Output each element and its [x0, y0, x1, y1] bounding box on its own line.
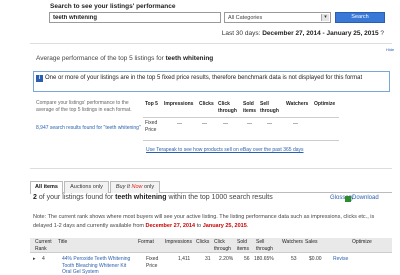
- category-select[interactable]: All Categories ▾: [224, 12, 331, 23]
- listing-count-query: teeth whitening: [115, 194, 167, 201]
- row-format: Fixed Price: [146, 256, 159, 269]
- col-title: Title: [58, 239, 68, 245]
- tab-auctions-only[interactable]: Auctions only: [64, 181, 109, 193]
- col-clicks: Clicks: [199, 101, 214, 107]
- top5-impressions: —: [177, 121, 182, 127]
- tab-all-items[interactable]: All items: [30, 181, 63, 194]
- date-range-prefix: Last 30 days:: [221, 30, 261, 37]
- col-current-rank: Current Rank: [35, 239, 52, 252]
- note-middle: to: [196, 223, 202, 229]
- col-impressions: Impressions: [164, 101, 194, 107]
- col-sell-through: Sell through: [260, 101, 279, 114]
- date-range[interactable]: Last 30 days: December 27, 2014 - Januar…: [222, 30, 384, 37]
- listing-count-text: of your listings found for: [38, 194, 114, 201]
- download-link[interactable]: Download: [352, 195, 379, 201]
- hide-link[interactable]: Hide: [386, 47, 394, 52]
- col-optimize-2: Optimize: [352, 239, 372, 245]
- row-sales: $0.00: [309, 256, 322, 262]
- col-click-through: Click through: [218, 101, 237, 114]
- compare-text: Compare your listings' performance to th…: [36, 100, 132, 113]
- tab-buy-label-now: Now: [131, 184, 143, 190]
- col-format: Format: [138, 239, 154, 245]
- info-icon: i: [36, 75, 43, 82]
- listing-count-num: 2: [33, 194, 37, 201]
- row-sold: 56: [244, 256, 250, 262]
- download-icon[interactable]: [345, 196, 351, 203]
- top5-sold: —: [247, 121, 252, 127]
- col-impressions-2: Impressions: [165, 239, 192, 245]
- avg-title-query: teeth whitening: [165, 55, 214, 62]
- top5-clicks: —: [202, 121, 207, 127]
- chevron-down-icon: ▾: [321, 14, 329, 21]
- row-rank: 4: [42, 256, 45, 262]
- tab-buy-label-pre: Buy It: [115, 184, 132, 190]
- listing-count: 2 of your listings found for teeth white…: [33, 194, 273, 201]
- top5-format: Fixed Price: [145, 120, 158, 133]
- chevron-icon: ?: [380, 30, 384, 37]
- tab-buy-label-post: only: [142, 184, 155, 190]
- divider: [30, 43, 392, 44]
- search-results-link[interactable]: 8,947 search results found for "teeth wh…: [36, 125, 141, 131]
- tab-bar: All items Auctions only Buy It Now only: [30, 181, 392, 194]
- top5-sell-through: —: [267, 121, 272, 127]
- search-input[interactable]: [49, 12, 221, 23]
- col-watchers-2: Watchers: [282, 239, 303, 245]
- col-clicks-2: Clicks: [196, 239, 210, 245]
- col-sold-items-2: Sold items: [237, 239, 249, 252]
- note-to-date: January 25, 2015: [202, 223, 247, 229]
- row-impressions: 1,411: [178, 256, 191, 262]
- row-checkbox[interactable]: ▸: [33, 256, 36, 263]
- col-click-through-2: Click through: [214, 239, 231, 252]
- col-sold-items: Sold items: [243, 101, 257, 114]
- terapeak-link[interactable]: Use Terapeak to see how products sell on…: [146, 147, 304, 153]
- col-watchers: Watchers: [286, 101, 309, 107]
- search-button[interactable]: Search: [335, 12, 385, 23]
- search-label: Search to see your listings' performance: [50, 3, 176, 10]
- row-clicks: 31: [205, 256, 211, 262]
- col-sales: Sales: [305, 239, 318, 245]
- top5-watchers: —: [293, 121, 298, 127]
- divider: [143, 140, 339, 141]
- avg-performance-title: Average performance of the top 5 listing…: [36, 55, 213, 62]
- col-top5: Top 5: [145, 101, 158, 107]
- date-range-value: December 27, 2014 - January 25, 2015: [262, 30, 379, 37]
- revise-link[interactable]: Revise: [333, 256, 348, 263]
- row-sell-through: 180.65%: [254, 256, 274, 262]
- divider: [143, 117, 339, 118]
- col-optimize: Optimize: [314, 101, 336, 107]
- divider: [30, 252, 392, 253]
- results-table-header: [30, 238, 392, 252]
- data-note: Note: The current rank shows where most …: [33, 213, 393, 231]
- row-click-through: 2.20%: [219, 256, 234, 262]
- row-title[interactable]: 44% Peroxide Teeth Whitening Tooth Bleac…: [62, 256, 136, 275]
- note-from-date: December 27, 2014: [145, 223, 196, 229]
- tab-buy-it-now-only[interactable]: Buy It Now only: [110, 181, 160, 193]
- col-sell-through-2: Sell through: [256, 239, 273, 252]
- alert-text: One or more of your listings are in the …: [45, 75, 363, 81]
- divider: [30, 168, 392, 169]
- avg-title-prefix: Average performance of the top 5 listing…: [36, 55, 164, 62]
- listing-count-suffix: within the top 1000 search results: [168, 194, 273, 201]
- note-end: .: [246, 223, 249, 229]
- top5-click-through: —: [223, 121, 228, 127]
- row-watchers: 53: [291, 256, 297, 262]
- info-alert: i One or more of your listings are in th…: [33, 71, 390, 92]
- category-select-value: All Categories: [228, 14, 263, 21]
